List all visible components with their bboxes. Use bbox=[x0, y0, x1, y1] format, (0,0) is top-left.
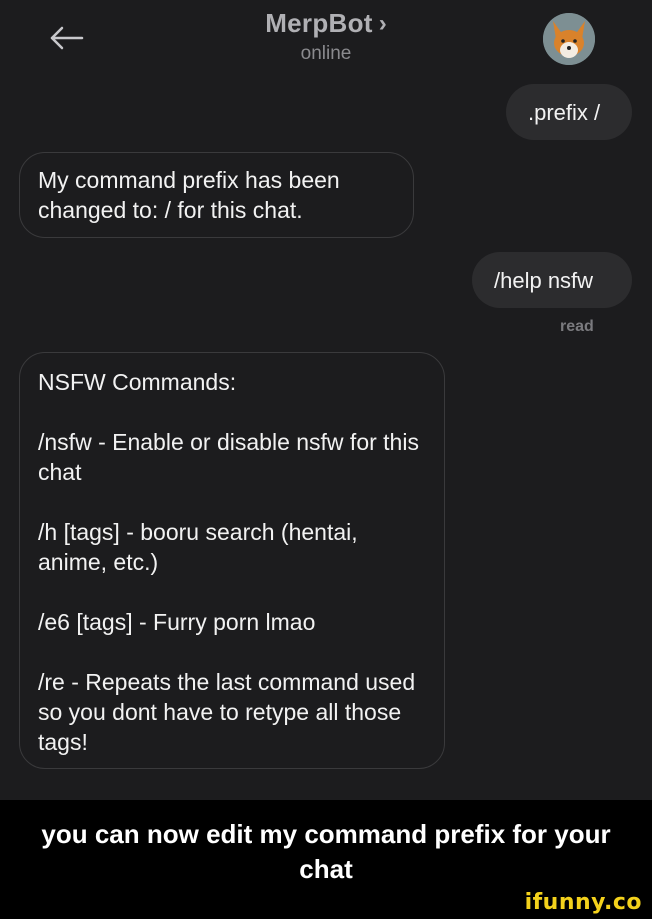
chat-title: MerpBot bbox=[265, 8, 373, 38]
command-line: /nsfw - Enable or disable nsfw for this … bbox=[38, 429, 419, 485]
message-text: .prefix / bbox=[528, 99, 601, 125]
read-receipt: read bbox=[560, 318, 594, 335]
incoming-message[interactable]: My command prefix has been changed to: /… bbox=[19, 152, 414, 238]
ifunny-watermark: ifunny.co bbox=[524, 890, 642, 915]
fox-avatar-icon bbox=[543, 13, 595, 65]
caption-text: you can now edit my command prefix for y… bbox=[41, 819, 611, 884]
command-line: /h [tags] - booru search (hentai, anime,… bbox=[38, 519, 358, 575]
message-text: My command prefix has been changed to: /… bbox=[38, 167, 340, 223]
caption-strip: you can now edit my command prefix for y… bbox=[0, 800, 652, 919]
chat-screen: MerpBot › online .prefix / My command pre… bbox=[0, 0, 652, 800]
chevron-right-icon: › bbox=[378, 10, 387, 37]
command-line: /e6 [tags] - Furry porn lmao bbox=[38, 609, 316, 635]
message-text: /help nsfw bbox=[494, 267, 594, 293]
command-line: /re - Repeats the last command used so y… bbox=[38, 669, 416, 755]
avatar[interactable] bbox=[543, 13, 595, 65]
message-heading: NSFW Commands: bbox=[38, 369, 237, 395]
outgoing-message[interactable]: .prefix / bbox=[506, 84, 632, 140]
outgoing-message[interactable]: /help nsfw bbox=[472, 252, 632, 308]
incoming-message[interactable]: NSFW Commands: /nsfw - Enable or disable… bbox=[19, 352, 445, 769]
